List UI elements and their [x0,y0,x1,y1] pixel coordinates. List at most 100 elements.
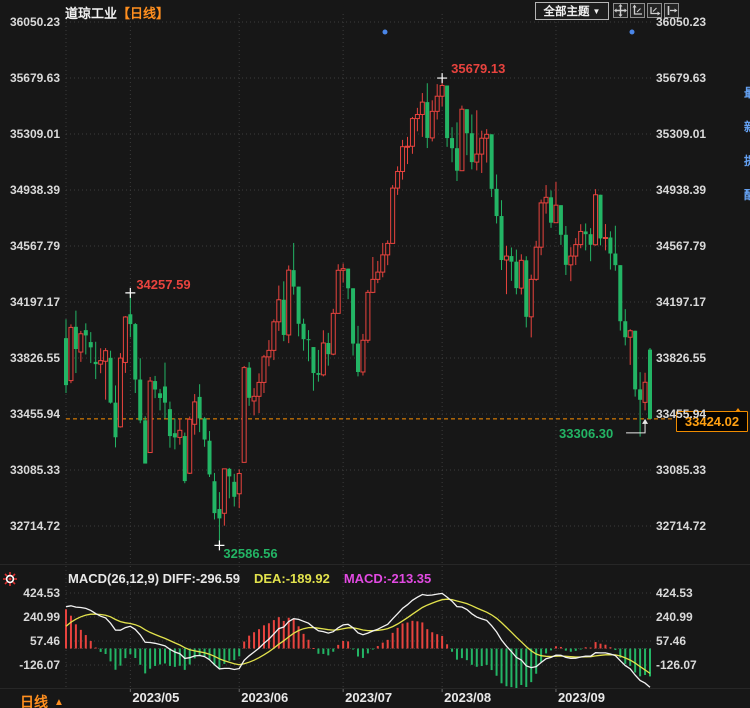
macd-histogram-bar [129,649,131,655]
candle-body-down [618,265,622,321]
price-axis-label-left: 33085.33 [0,463,60,477]
candle-body-down [143,420,147,463]
period-selector-label: 日线 [20,692,48,708]
candle-body-down [549,197,553,222]
axis-scale-up-icon[interactable] [630,3,645,18]
macd-histogram-bar [501,649,503,684]
right-edge-tab: 新 [744,110,750,144]
alert-starburst-icon[interactable] [2,571,18,587]
candle-body-down [138,380,142,421]
axis-divider [0,688,750,689]
macd-histogram-bar [590,648,592,649]
macd-histogram-bar [110,649,112,662]
macd-histogram-bar [436,634,438,648]
candle-body-up [435,96,439,111]
macd-histogram-bar [555,646,557,648]
macd-histogram-bar [451,649,453,652]
macd-histogram-bar [154,649,156,666]
pan-icon[interactable] [613,3,628,18]
macd-histogram-bar [164,649,166,664]
candle-body-down [633,331,637,390]
candle-body-down [524,260,528,317]
macd-histogram-bar [481,649,483,667]
macd-histogram-bar [476,649,478,667]
candle-body-down [247,368,251,398]
candle-body-up [401,147,405,172]
chart-canvas[interactable] [0,0,750,708]
macd-histogram-bar [629,649,631,666]
candle-body-down [316,373,320,375]
macd-histogram-bar [347,641,349,648]
macd-histogram-bar [387,640,389,649]
candle-body-up [579,231,583,244]
macd-histogram-bar [243,641,245,648]
macd-histogram-bar [75,624,77,648]
price-axis-label-right: 32714.72 [656,519,706,533]
macd-histogram-bar [228,649,230,661]
macd-histogram-bar [95,648,97,649]
macd-histogram-bar [416,621,418,648]
candle-body-down [302,324,306,339]
macd-histogram-bar [367,649,369,654]
candle-body-up [69,327,73,380]
date-axis-label: 2023/07 [345,691,392,705]
macd-histogram-bar [248,636,250,649]
candle-body-up [554,205,558,223]
macd-histogram-bar [80,630,82,649]
triangle-up-icon: ▲ [54,697,64,708]
candle-body-up [420,102,424,114]
price-axis-label-right: 36050.23 [656,15,706,29]
candle-body-down [198,397,202,418]
macd-histogram-bar [525,649,527,687]
theme-dropdown[interactable]: 全部主题 ▼ [535,2,609,20]
candle-body-up [148,381,152,452]
date-axis-label: 2023/05 [132,691,179,705]
macd-histogram-bar [194,649,196,659]
price-axis-label-left: 34567.79 [0,239,60,253]
candle-body-up [252,396,256,401]
chevron-down-icon: ▼ [593,7,601,16]
candle-body-down [351,288,355,343]
macd-histogram-bar [233,649,235,661]
symbol-name: 道琼工业 [65,6,117,21]
period-selector[interactable]: 日线 ▲ [20,692,64,708]
candle-body-down [232,482,236,497]
macd-histogram-bar [575,649,577,651]
macd-histogram-bar [614,649,616,651]
candle-body-down [113,403,117,438]
price-axis-label-left: 33826.55 [0,351,60,365]
macd-histogram-bar [600,644,602,649]
macd-histogram-bar [406,623,408,649]
macd-histogram-bar [322,649,324,654]
price-axis-label-left: 33455.94 [0,407,60,421]
recent-low-arrow [642,419,648,424]
macd-histogram-bar [65,609,67,648]
macd-histogram-bar [327,649,329,656]
macd-histogram-bar [520,649,522,685]
macd-histogram-bar [134,649,136,658]
candle-body-up [272,322,276,351]
macd-histogram-bar [402,623,404,648]
macd-histogram-bar [535,649,537,674]
candle-body-down [297,287,301,324]
period-tag: 【日线】 [117,6,169,21]
macd-histogram-bar [431,632,433,648]
candle-body-up [544,197,548,203]
candle-body-up [341,269,345,271]
candle-body-up [376,272,380,279]
price-axis-label-left: 34938.39 [0,183,60,197]
macd-histogram-bar [114,649,116,670]
price-axis-label-right: 33085.33 [656,463,706,477]
macd-histogram-bar [421,622,423,648]
macd-histogram-bar [179,649,181,666]
macd-histogram-bar [332,649,334,652]
macd-histogram-bar [411,621,413,649]
candle-body-down [648,350,652,419]
macd-histogram-bar [124,649,126,659]
right-edge-tab-strip[interactable]: 最新提醒 [744,76,750,206]
candle-body-down [208,441,212,475]
macd-histogram-bar [560,647,562,649]
price-axis-label-right: 35679.63 [656,71,706,85]
candle-body-down [509,256,513,262]
macd-histogram-bar [397,628,399,649]
